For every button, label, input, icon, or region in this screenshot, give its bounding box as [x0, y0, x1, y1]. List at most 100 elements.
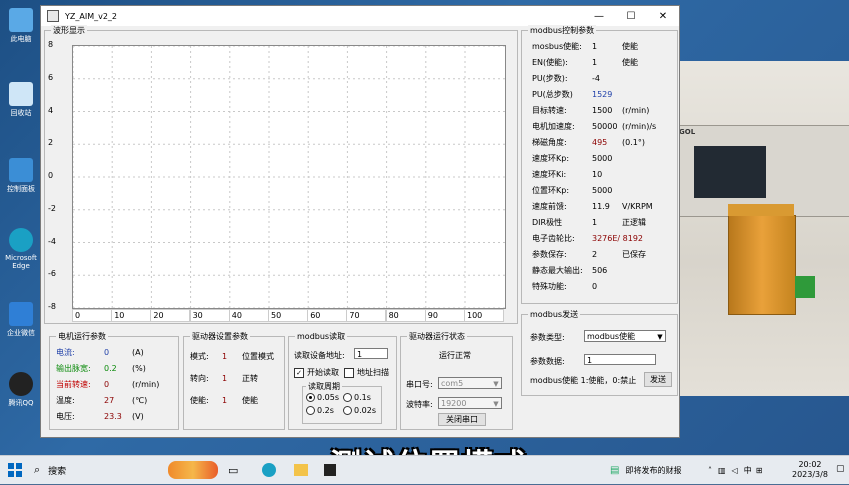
driver-setting-row: 转向: 1 正转: [190, 371, 284, 385]
edge-icon: [262, 463, 276, 477]
modbus-read-label: modbus读取: [295, 331, 348, 342]
taskbar-search[interactable]: ⌕ 搜索: [34, 456, 154, 484]
x-tick-label: 0: [72, 309, 112, 322]
driver-setting-text: 使能: [242, 395, 258, 405]
notification-icon[interactable]: ▢: [836, 464, 845, 474]
desktop-icon-label: 此电脑: [10, 35, 32, 43]
modbus-param-row: 速度前馈: 11.9 V/KRPM: [532, 199, 682, 213]
driver-setting-value: 1: [222, 373, 228, 383]
port-select[interactable]: com5 ▼: [438, 377, 502, 389]
modbus-param-row: 参数保存: 2 已保存: [532, 247, 682, 261]
param-data-input[interactable]: 1: [584, 354, 656, 365]
modbus-param-row: mosbus使能: 1 使能: [532, 39, 682, 53]
param-value: 1500: [592, 105, 613, 115]
param-value: 1: [592, 41, 598, 51]
news-icon: ▤: [610, 464, 620, 476]
desktop-icon-edge[interactable]: Microsoft Edge: [2, 228, 40, 270]
param-name: 静态最大输出:: [532, 265, 583, 275]
motor-param-value: 0.2: [104, 363, 117, 373]
send-button[interactable]: 发送: [644, 372, 672, 387]
tray-icons[interactable]: ˄ ▥ ◁ 中 ⊞: [708, 456, 762, 484]
param-unit: (0.1°): [622, 137, 645, 147]
close-port-button[interactable]: 关闭串口: [438, 413, 486, 426]
x-tick-label: 50: [268, 309, 308, 322]
period-radio-005[interactable]: 0.05s: [306, 393, 339, 402]
param-value: 1529: [592, 89, 613, 99]
param-unit: 使能: [622, 57, 638, 67]
window-title: YZ_AIM_v2_2: [65, 11, 118, 21]
motor-param-name: 电压:: [56, 411, 75, 421]
motor-param-unit: (A): [132, 347, 144, 357]
taskbar-app[interactable]: [324, 456, 336, 484]
param-value: 0: [592, 281, 598, 291]
start-read-checkbox[interactable]: ✓ 开始读取: [294, 367, 339, 378]
taskbar: ⌕ 搜索 ▭ ▤ 即将发布的财报 ˄ ▥ ◁ 中 ⊞ 20:02 2023/3/…: [0, 455, 849, 484]
param-value: 10: [592, 169, 603, 179]
period-radio-002[interactable]: 0.02s: [343, 406, 376, 415]
search-icon: ⌕: [34, 463, 41, 476]
motor-param-value: 23.3: [104, 411, 122, 421]
app-icon: [47, 10, 59, 22]
read-addr-input[interactable]: 1: [354, 348, 388, 359]
motor-param-value: 0: [104, 379, 110, 389]
clock[interactable]: 20:02 2023/3/8: [792, 460, 828, 480]
desktop-icon-qq[interactable]: 腾讯QQ: [2, 372, 40, 408]
motor-param-name: 电流:: [56, 347, 75, 357]
motor-param-row: 电压: 23.3 (V): [56, 409, 172, 423]
period-radio-02[interactable]: 0.2s: [306, 406, 334, 415]
param-type-label: 参数类型:: [530, 333, 565, 342]
taskbar-news[interactable]: ▤ 即将发布的财报: [610, 456, 681, 484]
taskbar-people[interactable]: [168, 456, 218, 484]
app-icon: [324, 464, 336, 476]
desktop-icon-this-pc[interactable]: 此电脑: [2, 8, 40, 44]
taskbar-task-view[interactable]: ▭: [228, 456, 238, 484]
driver-setting-text: 正转: [242, 373, 258, 383]
param-value: 3276E/ 8192: [592, 233, 644, 243]
param-name: 位置环Kp:: [532, 185, 570, 195]
taskbar-explorer[interactable]: [294, 456, 308, 484]
period-radio-01[interactable]: 0.1s: [343, 393, 371, 402]
param-name: 梯磁角度:: [532, 137, 567, 147]
baud-select[interactable]: 19200 ▼: [438, 397, 502, 409]
minimize-button[interactable]: —: [583, 11, 615, 22]
modbus-param-row: 速度环Kp: 5000: [532, 151, 682, 165]
taskbar-edge[interactable]: [262, 456, 276, 484]
plot-area[interactable]: [72, 45, 506, 309]
qq-icon: [9, 372, 33, 396]
param-value: 1: [592, 217, 598, 227]
motor-param-row: 输出脉宽: 0.2 (%): [56, 361, 172, 375]
desktop-icon-wecom[interactable]: 企业微信: [2, 302, 40, 338]
chevron-down-icon: ▼: [493, 400, 499, 408]
desktop-icon-label: 腾讯QQ: [8, 399, 34, 407]
desktop-icon-label: 企业微信: [7, 329, 35, 337]
radio-icon: [306, 406, 315, 415]
modbus-param-row: DIR极性 1 正逻辑: [532, 215, 682, 229]
y-tick-label: -8: [48, 302, 56, 311]
param-unit: 使能: [622, 41, 638, 51]
param-type-select[interactable]: modbus使能 ▼: [584, 330, 666, 342]
addr-scan-label: 地址扫描: [357, 368, 389, 377]
x-tick-label: 70: [346, 309, 387, 322]
maximize-button[interactable]: ☐: [615, 11, 647, 22]
desktop-icon-control-panel[interactable]: 控制面板: [2, 158, 40, 194]
y-tick-label: 8: [48, 40, 54, 49]
param-name: EN(使能):: [532, 57, 568, 67]
ime-mode-icon: ⊞: [755, 465, 763, 475]
motor-param-unit: (V): [132, 411, 144, 421]
news-text: 即将发布的财报: [625, 465, 682, 475]
ime-indicator: 中: [743, 465, 752, 475]
desktop-icon-recycle-bin[interactable]: 回收站: [2, 82, 40, 118]
driver-setting-name: 使能:: [190, 395, 209, 405]
y-tick-label: 2: [48, 138, 54, 148]
modbus-read-group: modbus读取 读取设备地址: 1 ✓ 开始读取 地址扫描 读取周期 0.05s…: [288, 331, 397, 430]
start-button[interactable]: [8, 456, 22, 484]
x-tick-label: 90: [424, 309, 465, 322]
param-name: 速度环Kp:: [532, 153, 570, 163]
addr-scan-checkbox[interactable]: 地址扫描: [344, 367, 389, 378]
connector-photo: [795, 276, 815, 298]
period-label: 0.02s: [354, 406, 376, 415]
param-value: 11.9: [592, 201, 610, 211]
close-button[interactable]: ✕: [647, 11, 679, 22]
modbus-param-row: 梯磁角度: 495 (0.1°): [532, 135, 682, 149]
y-tick-label: -6: [48, 269, 56, 279]
